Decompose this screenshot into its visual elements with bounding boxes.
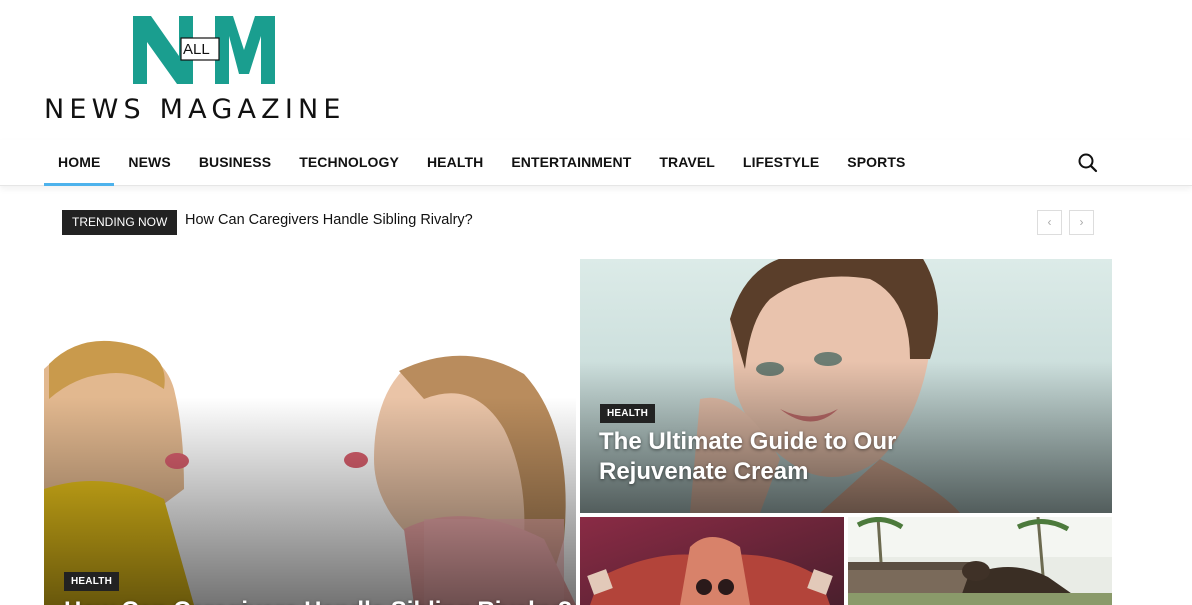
nav-item-lifestyle[interactable]: LIFESTYLE [729,140,833,186]
featured-small-article-1[interactable] [580,517,844,605]
logo-tagline: NEWS MAGAZINE [44,94,346,125]
featured-small-article-2[interactable] [848,517,1112,605]
site-logo[interactable]: ALL NEWS MAGAZINE [44,16,374,126]
featured-main-article[interactable]: HEALTH How Can Caregivers Handle Sibling… [44,259,576,605]
article-title[interactable]: How Can Caregivers Handle Sibling Rivalr… [64,597,572,605]
trending-prev-button[interactable]: ‹ [1037,210,1062,235]
article-title[interactable]: The Ultimate Guide to Our Rejuvenate Cre… [599,427,1019,487]
featured-small-image-1 [580,517,844,605]
search-icon[interactable] [1077,152,1099,174]
nav-menu: HOME NEWS BUSINESS TECHNOLOGY HEALTH ENT… [44,140,919,186]
featured-right-article[interactable]: HEALTH The Ultimate Guide to Our Rejuven… [580,259,1112,513]
nav-item-technology[interactable]: TECHNOLOGY [285,140,413,186]
category-badge[interactable]: HEALTH [64,572,120,591]
logo-all-text: ALL [183,41,210,58]
nav-item-home[interactable]: HOME [44,140,115,186]
nav-item-sports[interactable]: SPORTS [833,140,919,186]
chevron-left-icon: ‹ [1047,215,1052,229]
trending-headline-link[interactable]: How Can Caregivers Handle Sibling Rivalr… [185,212,473,228]
main-navigation: HOME NEWS BUSINESS TECHNOLOGY HEALTH ENT… [0,140,1192,186]
nav-item-health[interactable]: HEALTH [413,140,497,186]
nav-item-news[interactable]: NEWS [114,140,184,186]
trending-next-button[interactable]: › [1069,210,1094,235]
nav-item-business[interactable]: BUSINESS [185,140,285,186]
nav-item-entertainment[interactable]: ENTERTAINMENT [497,140,645,186]
trending-badge: TRENDING NOW [62,210,178,235]
chevron-right-icon: › [1079,215,1084,229]
image-gradient-overlay [44,397,576,605]
category-badge[interactable]: HEALTH [600,404,656,423]
nav-item-travel[interactable]: TRAVEL [645,140,729,186]
featured-small-image-2 [848,517,1112,605]
